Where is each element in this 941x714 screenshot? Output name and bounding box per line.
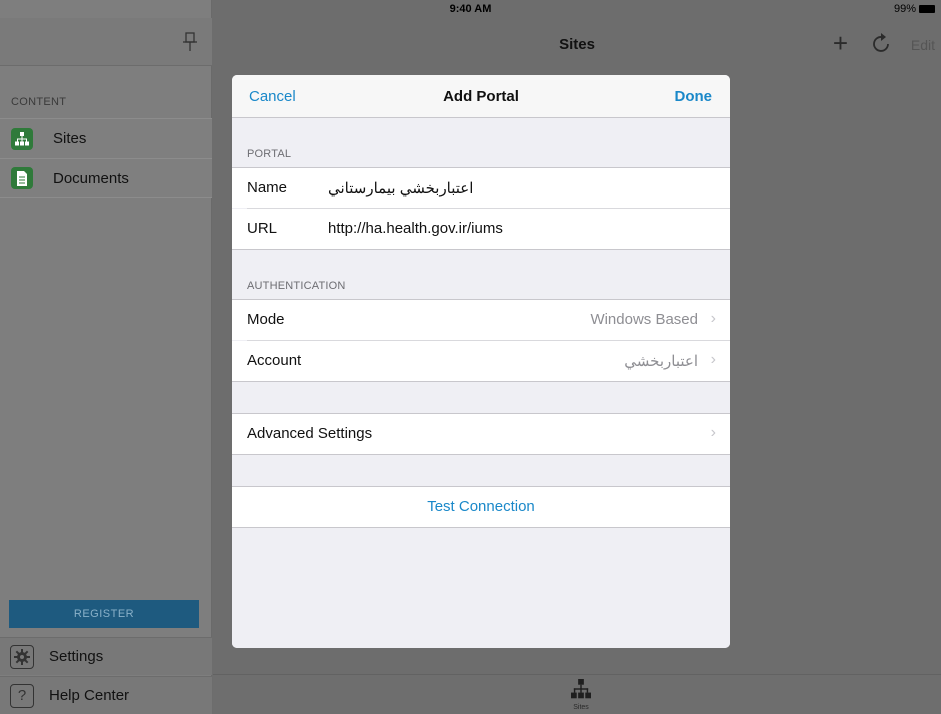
sidebar-item-sites[interactable]: Sites xyxy=(0,118,212,158)
chevron-right-icon: › xyxy=(710,310,716,327)
pin-icon[interactable] xyxy=(183,32,197,52)
add-icon[interactable]: + xyxy=(833,28,848,59)
url-field[interactable]: http://ha.health.gov.ir/iums xyxy=(328,220,503,237)
sidebar: CONTENT Sites Documents REGISTER Setting… xyxy=(0,0,212,714)
test-connection-button[interactable]: Test Connection xyxy=(232,498,730,515)
content-section-label: CONTENT xyxy=(11,96,67,108)
mode-row[interactable]: Mode Windows Based › xyxy=(232,300,730,340)
name-label: Name xyxy=(247,179,288,196)
sidebar-item-help-center[interactable]: ? Help Center xyxy=(0,676,212,714)
advanced-settings-row[interactable]: Advanced Settings › xyxy=(232,414,730,454)
add-portal-dialog: Cancel Add Portal Done PORTAL Name اعتبا… xyxy=(232,75,730,648)
divider xyxy=(232,249,730,250)
main-navbar: Sites + Edit xyxy=(213,18,941,66)
sitemap-icon xyxy=(571,679,591,699)
tab-label: Sites xyxy=(573,704,589,711)
url-row[interactable]: URL http://ha.health.gov.ir/iums xyxy=(232,209,730,249)
portal-section-label: PORTAL xyxy=(247,148,292,160)
sitemap-icon xyxy=(11,127,33,150)
mode-label: Mode xyxy=(247,311,285,328)
battery-status: 99% xyxy=(894,3,935,15)
name-row[interactable]: Name اعتباربخشي بيمارستاني xyxy=(232,168,730,208)
tab-sites[interactable]: Sites xyxy=(566,679,596,711)
chevron-right-icon: › xyxy=(710,424,716,441)
sidebar-header xyxy=(0,18,212,66)
sidebar-item-label: Sites xyxy=(53,130,87,147)
sidebar-item-settings[interactable]: Settings xyxy=(0,637,212,675)
account-value: اعتباربخشي xyxy=(624,353,698,370)
account-label: Account xyxy=(247,352,302,369)
divider xyxy=(232,454,730,455)
refresh-icon[interactable] xyxy=(871,33,893,55)
dialog-empty-area xyxy=(232,528,730,648)
account-row[interactable]: Account اعتباربخشي › xyxy=(232,341,730,381)
sidebar-item-label: Help Center xyxy=(49,687,130,704)
battery-icon xyxy=(919,5,935,13)
dialog-title: Add Portal xyxy=(443,88,519,105)
url-label: URL xyxy=(247,220,278,237)
gear-icon xyxy=(10,644,34,669)
done-button[interactable]: Done xyxy=(675,88,713,105)
page-title: Sites xyxy=(559,36,595,53)
dialog-header: Cancel Add Portal Done xyxy=(232,75,730,118)
sidebar-item-label: Settings xyxy=(49,648,104,665)
sidebar-item-label: Documents xyxy=(53,169,129,187)
mode-value: Windows Based xyxy=(590,311,698,328)
advanced-settings-label: Advanced Settings xyxy=(247,425,373,442)
tab-bar: Sites xyxy=(213,674,941,714)
divider xyxy=(232,381,730,382)
test-connection-row[interactable]: Test Connection xyxy=(232,487,730,527)
battery-percent: 99% xyxy=(893,3,916,15)
question-icon: ? xyxy=(10,683,34,708)
chevron-right-icon: › xyxy=(710,351,716,368)
name-field[interactable]: اعتباربخشي بيمارستاني xyxy=(328,179,473,197)
sidebar-item-documents[interactable]: Documents xyxy=(0,158,212,198)
register-button[interactable]: REGISTER xyxy=(9,600,199,628)
authentication-section-label: AUTHENTICATION xyxy=(247,280,346,292)
document-icon xyxy=(11,167,33,189)
edit-button[interactable]: Edit xyxy=(911,37,935,53)
